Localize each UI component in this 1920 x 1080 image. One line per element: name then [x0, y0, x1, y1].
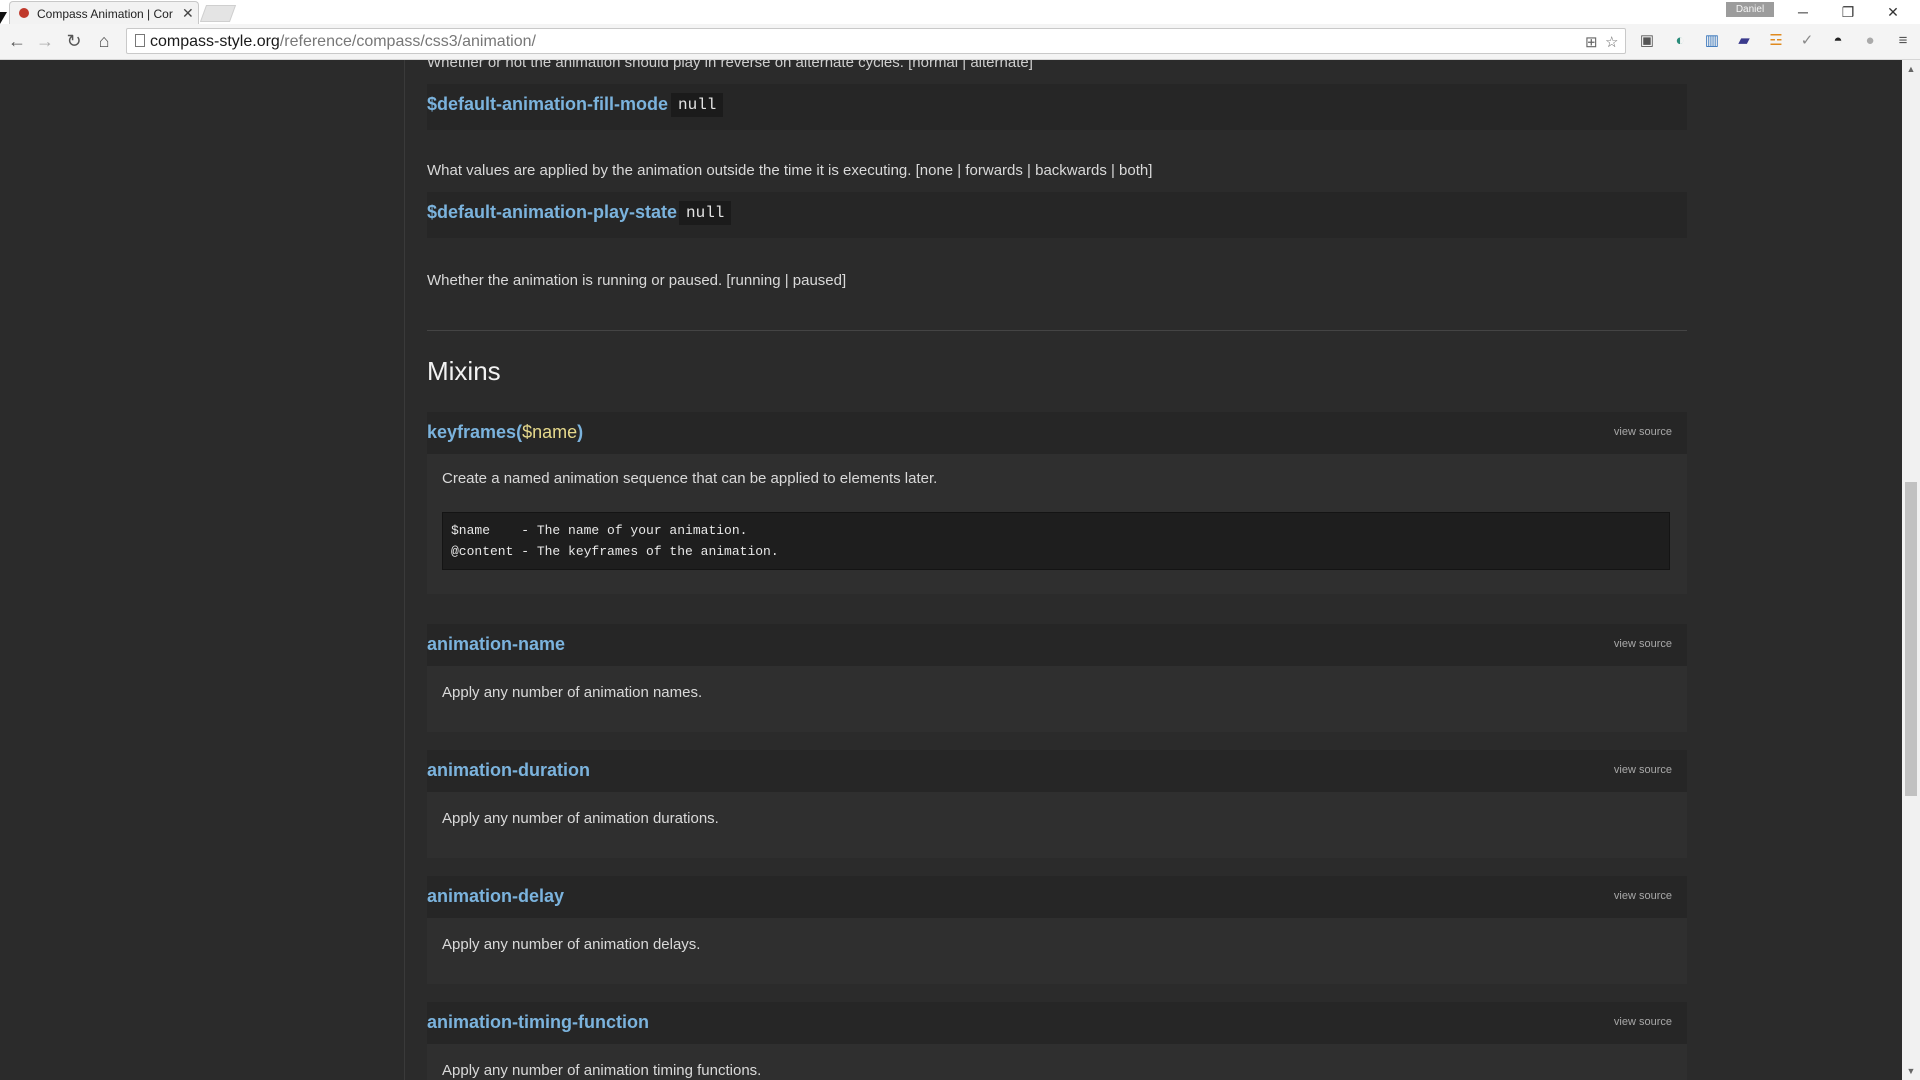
profile-badge[interactable]: Daniel [1726, 2, 1774, 17]
scroll-up-icon[interactable]: ▲ [1902, 62, 1920, 76]
view-source-link[interactable]: view source [1614, 890, 1672, 902]
bookmark-star-icon[interactable]: ☆ [1605, 33, 1618, 51]
variable-name[interactable]: $default-animation-play-state [427, 202, 677, 223]
extension-c-icon[interactable]: ◐ [1670, 32, 1690, 50]
mixin-description: Apply any number of animation durations. [442, 810, 719, 827]
partial-description: Whether or not the animation should play… [427, 60, 1033, 71]
view-source-link[interactable]: view source [1614, 764, 1672, 776]
code-line: $name - The name of your animation. [451, 523, 748, 538]
extension-rss-icon[interactable]: ☲ [1766, 32, 1786, 50]
extension-book-icon[interactable]: ▰ [1734, 32, 1754, 50]
url-host: compass-style.org [150, 33, 280, 50]
mixin-body: Apply any number of animation delays. [427, 918, 1687, 984]
section-divider [427, 330, 1687, 331]
compass-favicon-icon [19, 8, 29, 18]
mixin-argument: $name [522, 422, 578, 442]
variable-description: Whether the animation is running or paus… [427, 272, 847, 289]
view-source-link[interactable]: view source [1614, 638, 1672, 650]
restore-button[interactable]: ❐ [1833, 2, 1863, 22]
view-source-link[interactable]: view source [1614, 426, 1672, 438]
mixin-body: Create a named animation sequence that c… [427, 454, 1687, 594]
variable-name[interactable]: $default-animation-fill-mode [427, 94, 668, 115]
variable-value: null [671, 93, 724, 117]
extension-glasses-icon[interactable]: ◓ [1828, 32, 1848, 50]
mixin-name[interactable]: animation-delay [427, 886, 564, 907]
code-block: $name - The name of your animation. @con… [442, 512, 1670, 570]
variable-value: null [679, 201, 732, 225]
page-icon [135, 34, 145, 47]
mixin-name-close: ) [577, 422, 584, 442]
forward-button[interactable]: → [34, 30, 56, 52]
close-tab-icon[interactable]: ✕ [182, 5, 194, 22]
extension-chart-icon[interactable]: ▥ [1702, 32, 1722, 50]
sidebar [0, 60, 405, 1080]
minimize-button[interactable]: ─ [1788, 2, 1818, 22]
tab-title: Compass Animation | Cor [37, 7, 173, 21]
mixin-name[interactable]: animation-duration [427, 760, 590, 781]
mixin-name[interactable]: animation-timing-function [427, 1012, 649, 1033]
main-content: Whether or not the animation should play… [405, 60, 1902, 1080]
mouse-cursor-icon [0, 12, 7, 24]
mixin-description: Apply any number of animation timing fun… [442, 1062, 762, 1079]
mixin-name-text: keyframes( [427, 422, 523, 442]
mixin-description: Create a named animation sequence that c… [442, 470, 938, 487]
extension-check-icon[interactable]: ✓ [1797, 32, 1817, 50]
variable-row: $default-animation-fill-mode null [427, 84, 1687, 130]
home-button[interactable]: ⌂ [93, 30, 115, 52]
code-line: @content - The keyframes of the animatio… [451, 544, 779, 559]
mixin-description: Apply any number of animation delays. [442, 936, 701, 953]
variable-row: $default-animation-play-state null [427, 192, 1687, 238]
extension-download-icon[interactable]: ▣ [1637, 32, 1657, 50]
new-tab-button[interactable] [199, 5, 237, 22]
scrollbar-thumb[interactable] [1905, 482, 1917, 796]
menu-icon[interactable]: ≡ [1893, 32, 1913, 50]
mixin-body: Apply any number of animation names. [427, 666, 1687, 732]
mixin-header: animation-duration view source [427, 750, 1687, 792]
view-source-link[interactable]: view source [1614, 1016, 1672, 1028]
extension-circle-icon[interactable]: ● [1860, 32, 1880, 50]
translate-icon[interactable]: ⊞ [1585, 33, 1598, 51]
back-button[interactable]: ← [6, 30, 28, 52]
reload-button[interactable]: ↻ [63, 30, 85, 52]
scroll-down-icon[interactable]: ▼ [1902, 1064, 1920, 1078]
mixin-header: keyframes($name) view source [427, 412, 1687, 454]
address-bar[interactable]: compass-style.org/reference/compass/css3… [126, 28, 1626, 54]
mixin-body: Apply any number of animation timing fun… [427, 1044, 1687, 1080]
mixin-header: animation-name view source [427, 624, 1687, 666]
section-title: Mixins [427, 356, 501, 386]
mixin-header: animation-timing-function view source [427, 1002, 1687, 1044]
browser-toolbar: ← → ↻ ⌂ compass-style.org/reference/comp… [0, 24, 1920, 60]
active-tab[interactable]: Compass Animation | Cor ✕ [9, 1, 199, 24]
url-path: /reference/compass/css3/animation/ [279, 33, 536, 50]
variable-description: What values are applied by the animation… [427, 162, 1153, 179]
mixin-name[interactable]: keyframes($name) [427, 422, 583, 443]
mixin-header: animation-delay view source [427, 876, 1687, 918]
vertical-scrollbar[interactable]: ▲ ▼ [1902, 60, 1920, 1080]
url-text[interactable]: compass-style.org/reference/compass/css3… [150, 33, 536, 51]
tab-bar: Compass Animation | Cor ✕ Daniel ─ ❐ ✕ [0, 0, 1920, 24]
mixin-body: Apply any number of animation durations. [427, 792, 1687, 858]
mixin-name[interactable]: animation-name [427, 634, 565, 655]
close-window-button[interactable]: ✕ [1878, 2, 1908, 22]
mixin-description: Apply any number of animation names. [442, 684, 703, 701]
